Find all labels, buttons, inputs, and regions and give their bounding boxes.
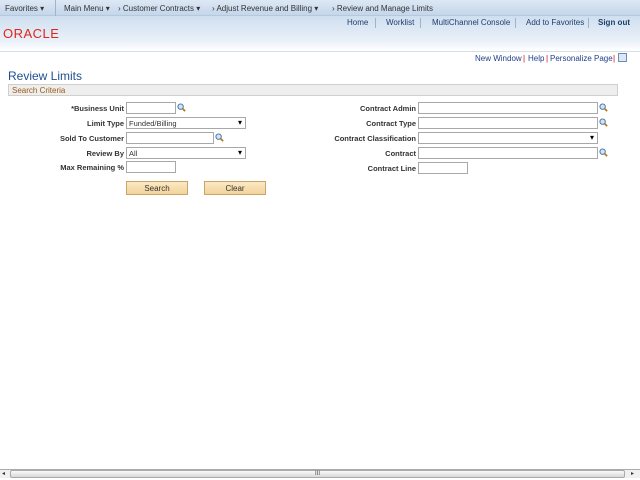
limit-type-select[interactable]: Funded/Billing [126,117,246,129]
review-by-select[interactable]: All [126,147,246,159]
page-title: Review Limits [8,69,83,83]
contract-type-input[interactable] [418,117,598,129]
review-by-label: Review By [86,149,124,158]
breadcrumb-customer-contracts[interactable]: › Customer Contracts ▾ [118,4,200,13]
limit-type-label: Limit Type [87,119,124,128]
contract-type-label: Contract Type [366,119,416,128]
contract-line-label: Contract Line [367,164,416,173]
lookup-icon[interactable] [599,103,608,112]
contract-classification-select[interactable] [418,132,598,144]
lookup-icon[interactable] [177,103,186,112]
max-remaining-input[interactable] [126,161,176,173]
clear-button[interactable]: Clear [204,181,266,195]
breadcrumb-review-manage-limits[interactable]: › Review and Manage Limits [332,4,433,13]
breadcrumb-adjust-revenue[interactable]: › Adjust Revenue and Billing ▾ [212,4,318,13]
add-to-favorites-link[interactable]: Add to Favorites [526,18,584,27]
home-link[interactable]: Home [347,18,368,27]
contract-label: Contract [385,149,416,158]
divider [420,18,421,28]
search-button[interactable]: Search [126,181,188,195]
new-window-link[interactable]: New Window [475,54,522,63]
worklist-link[interactable]: Worklist [386,18,414,27]
navigation-bar: Favorites ▾ Main Menu ▾ › Customer Contr… [0,0,640,16]
spreadsheet-icon[interactable] [618,53,627,62]
contract-classification-label: Contract Classification [334,134,416,143]
lookup-icon[interactable] [215,133,224,142]
lookup-icon[interactable] [599,118,608,127]
max-remaining-label: Max Remaining % [60,163,124,172]
help-link[interactable]: Help [528,54,544,63]
search-criteria-header: Search Criteria [8,84,618,96]
multichannel-console-link[interactable]: MultiChannel Console [432,18,510,27]
header: Home Worklist MultiChannel Console Add t… [0,16,640,52]
scroll-left-arrow-icon[interactable]: ◂ [2,470,5,477]
divider [515,18,516,28]
contract-input[interactable] [418,147,598,159]
divider [375,18,376,28]
personalize-page-link[interactable]: Personalize Page [550,54,613,63]
sold-to-customer-input[interactable] [126,132,214,144]
oracle-logo: ORACLE [3,26,60,41]
scroll-right-arrow-icon[interactable]: ▸ [631,470,634,477]
scrollbar-thumb[interactable]: III [10,470,625,478]
contract-line-input[interactable] [418,162,468,174]
sold-to-customer-label: Sold To Customer [59,134,124,143]
contract-admin-input[interactable] [418,102,598,114]
business-unit-input[interactable] [126,102,176,114]
favorites-menu[interactable]: Favorites ▾ [5,4,44,13]
contract-admin-label: Contract Admin [360,104,416,113]
lookup-icon[interactable] [599,148,608,157]
divider [588,18,589,28]
divider: | [523,54,526,63]
main-menu[interactable]: Main Menu ▾ [64,4,110,13]
business-unit-label: *Business Unit [71,104,124,113]
divider: | [546,54,549,63]
divider [55,0,56,16]
divider: | [613,54,616,63]
sign-out-link[interactable]: Sign out [598,18,630,27]
